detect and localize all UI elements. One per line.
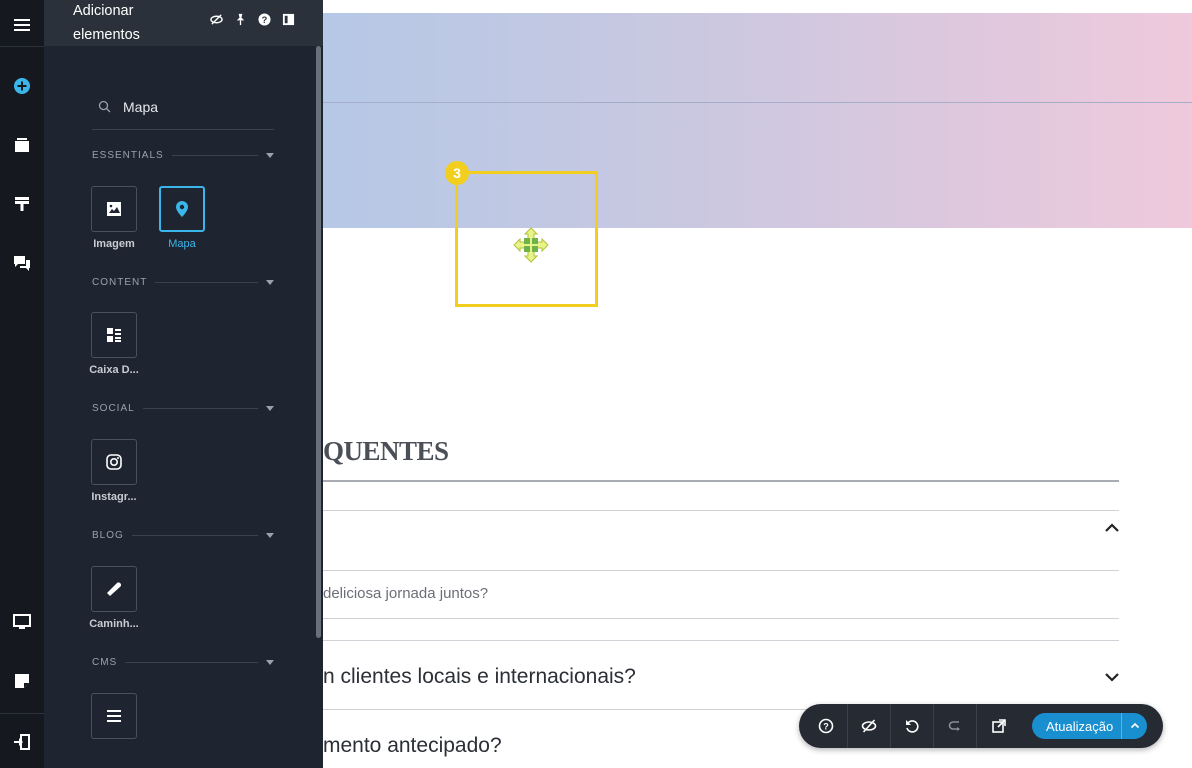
update-button[interactable]: Atualização: [1032, 713, 1148, 739]
map-pin-icon: [176, 201, 188, 217]
tile-label: Imagem: [93, 238, 135, 250]
element-tile-mapa[interactable]: Mapa: [152, 186, 212, 250]
svg-text:?: ?: [261, 14, 267, 24]
search-input[interactable]: [123, 98, 263, 115]
section-label: CONTENT: [92, 276, 148, 288]
element-tile-imagem[interactable]: Imagem: [84, 186, 144, 250]
undo-button[interactable]: [891, 704, 934, 748]
open-external-button[interactable]: [977, 704, 1020, 748]
add-element-icon[interactable]: [0, 64, 44, 108]
section-social[interactable]: SOCIAL: [92, 401, 274, 415]
section-label: CMS: [92, 656, 118, 668]
faq-heading: QUENTES: [323, 436, 449, 466]
pin-icon[interactable]: [233, 12, 247, 26]
section-content[interactable]: CONTENT: [92, 275, 274, 289]
element-tile-cms-list[interactable]: [84, 693, 144, 739]
eye-off-icon: [861, 719, 877, 733]
exit-icon[interactable]: [0, 720, 44, 764]
help-button[interactable]: ?: [805, 704, 848, 748]
external-link-icon: [991, 719, 1006, 733]
tile-label: Caixa D...: [89, 364, 139, 376]
panel-scrollbar[interactable]: [316, 46, 321, 638]
help-icon: ?: [818, 718, 834, 734]
left-rail: [0, 0, 44, 768]
caret-down-icon: [266, 532, 274, 538]
svg-text:?: ?: [823, 722, 829, 732]
caret-down-icon: [266, 659, 274, 665]
brush-icon[interactable]: [0, 182, 44, 226]
section-label: ESSENTIALS: [92, 149, 164, 161]
undo-icon: [906, 720, 919, 733]
move-cursor-icon: [513, 227, 549, 263]
element-tile-instagram[interactable]: Instagr...: [84, 439, 144, 503]
chevron-down-icon[interactable]: [1104, 669, 1120, 685]
redo-icon: [948, 721, 960, 731]
desktop-view-icon[interactable]: [0, 600, 44, 644]
pages-icon[interactable]: [0, 123, 44, 167]
caret-down-icon: [266, 405, 274, 411]
hamburger-menu-icon[interactable]: [0, 3, 44, 47]
chevron-up-icon[interactable]: [1104, 520, 1120, 536]
list-icon: [107, 710, 121, 722]
path-icon: [107, 582, 121, 596]
faq-question[interactable]: mento antecipado?: [323, 734, 502, 758]
tile-label: Instagr...: [91, 491, 137, 503]
element-tile-caixa[interactable]: Caixa D...: [84, 312, 144, 376]
panel-header: Adicionar elementos ?: [44, 0, 323, 46]
element-tile-caminho[interactable]: Caminh...: [84, 566, 144, 630]
sidebar-toggle-icon[interactable]: [281, 12, 295, 26]
panel-title: Adicionar elementos: [73, 3, 140, 43]
comments-icon[interactable]: [0, 241, 44, 285]
section-label: SOCIAL: [92, 402, 135, 414]
faq-question[interactable]: n clientes locais e internacionais?: [323, 665, 636, 689]
section-essentials[interactable]: ESSENTIALS: [92, 148, 274, 162]
preview-toggle-button[interactable]: [848, 704, 891, 748]
drop-target-badge: 3: [445, 161, 469, 185]
section-blog[interactable]: BLOG: [92, 528, 274, 542]
faq-answer: deliciosa jornada juntos?: [323, 585, 489, 602]
hide-eye-icon[interactable]: [209, 12, 223, 26]
content-box-icon: [107, 328, 121, 342]
notes-icon[interactable]: [0, 659, 44, 703]
section-cms[interactable]: CMS: [92, 655, 274, 669]
tile-label: Caminh...: [89, 618, 139, 630]
chevron-up-icon: [1130, 722, 1139, 729]
hero-section[interactable]: [323, 13, 1192, 228]
instagram-icon: [106, 454, 122, 470]
bottom-toolbar: ? Atualização: [799, 704, 1163, 748]
redo-button[interactable]: [934, 704, 977, 748]
caret-down-icon: [266, 279, 274, 285]
add-elements-panel: Adicionar elementos ? ESSENTIALS Imagem …: [44, 0, 323, 768]
update-options-button[interactable]: [1121, 713, 1147, 739]
search-icon: [98, 100, 111, 113]
element-search[interactable]: [92, 84, 274, 130]
caret-down-icon: [266, 152, 274, 158]
tile-label: Mapa: [168, 238, 196, 250]
update-label: Atualização: [1046, 718, 1114, 734]
section-label: BLOG: [92, 529, 124, 541]
help-icon[interactable]: ?: [257, 12, 271, 26]
image-icon: [107, 202, 121, 216]
